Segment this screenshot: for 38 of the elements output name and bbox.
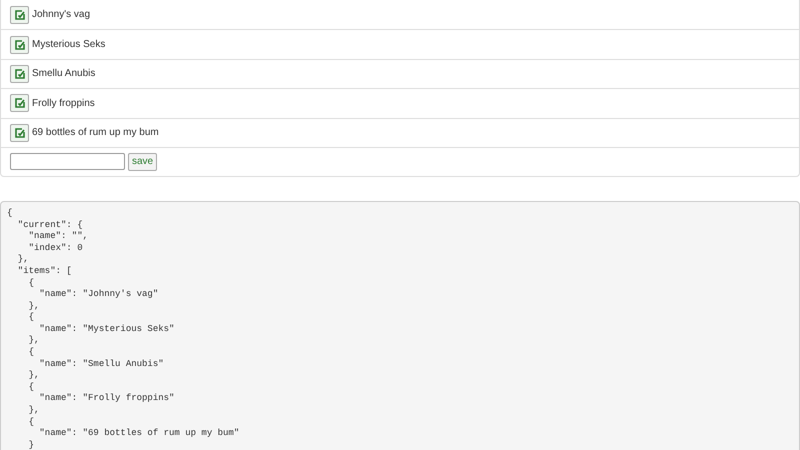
code-line: },	[28, 405, 40, 417]
code-line: "name": "Smellu Anubis"	[38, 358, 164, 370]
code-line: },	[28, 300, 40, 312]
edit-button[interactable]	[10, 64, 29, 83]
code-line: }	[28, 440, 34, 450]
item-name: Smellu Anubis	[32, 67, 96, 82]
code-line: {	[28, 312, 34, 324]
item-name: Johnny's vag	[32, 8, 90, 22]
code-line: "name": "Frolly froppins"	[38, 393, 174, 406]
code-line: "index": 0	[28, 242, 83, 254]
edit-icon	[14, 10, 24, 20]
code-line: "items": [	[16, 266, 72, 278]
code-line: {	[28, 382, 34, 394]
save-button[interactable]: save	[128, 152, 158, 171]
code-line: "name": "Mysterious Seks"	[38, 324, 174, 336]
edit-icon	[14, 68, 24, 79]
edit-icon	[14, 128, 24, 138]
code-line: {	[28, 416, 34, 428]
code-line: {	[28, 278, 34, 290]
code-line: {	[7, 208, 12, 220]
code-line: "name": "69 bottles of rum up my bum"	[38, 428, 240, 440]
edit-icon	[14, 40, 24, 50]
item-name: 69 bottles of rum up my bum	[32, 126, 159, 140]
edit-button[interactable]	[10, 124, 29, 142]
code-line: {	[28, 347, 34, 359]
code-line: "name": "",	[28, 231, 88, 243]
code-line: "name": "Johnny's vag"	[38, 289, 158, 301]
code-line: },	[16, 254, 29, 266]
code-line: },	[28, 335, 40, 348]
edit-icon	[14, 98, 24, 108]
edit-button[interactable]	[10, 6, 29, 24]
edit-button[interactable]	[10, 36, 29, 54]
name-input[interactable]	[10, 153, 125, 170]
code-line: "current": {	[16, 220, 83, 232]
item-name: Mysterious Seks	[32, 38, 106, 52]
item-name: Frolly froppins	[32, 96, 95, 111]
code-line: },	[28, 370, 40, 382]
edit-button[interactable]	[10, 94, 29, 112]
